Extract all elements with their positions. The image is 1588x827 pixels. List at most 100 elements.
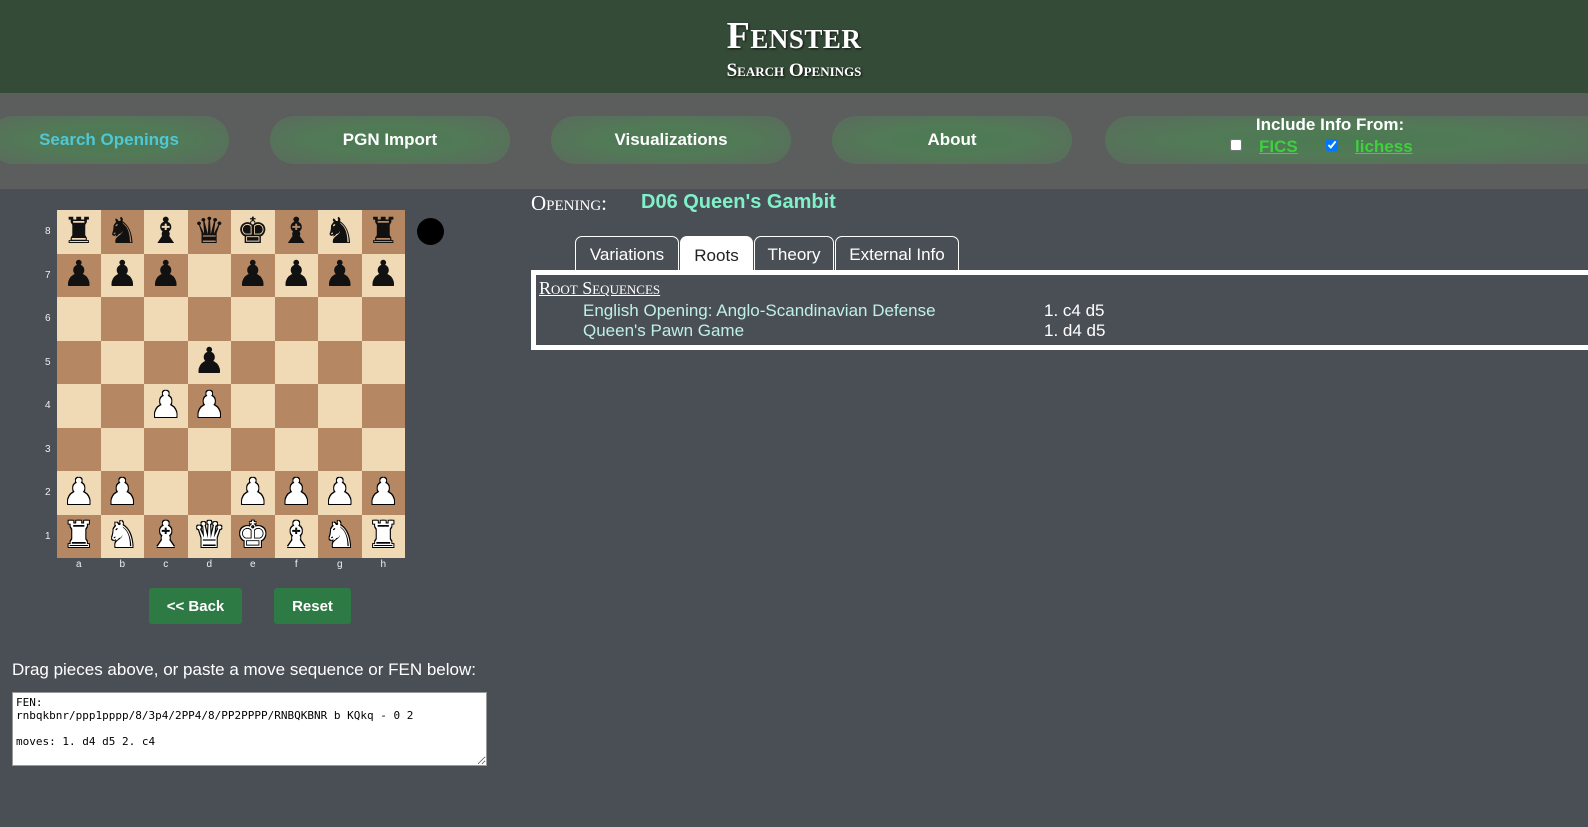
square-g5[interactable] [318, 340, 362, 384]
square-a7[interactable]: ♟ [57, 253, 101, 297]
white-pawn-icon[interactable]: ♟ [324, 474, 356, 511]
square-f2[interactable]: ♟ [274, 471, 318, 515]
tab-variations[interactable]: Variations [575, 236, 679, 272]
tab-roots[interactable]: Roots [680, 236, 753, 274]
white-rook-icon[interactable]: ♜ [63, 518, 95, 554]
fen-moves-input[interactable] [12, 692, 487, 766]
square-c5[interactable] [144, 340, 188, 384]
tab-theory[interactable]: Theory [754, 236, 834, 272]
root-sequence-name[interactable]: English Opening: Anglo-Scandinavian Defe… [583, 301, 936, 321]
square-b3[interactable] [100, 427, 144, 471]
nav-about[interactable]: About [832, 116, 1072, 164]
square-a1[interactable]: ♜ [57, 514, 101, 558]
square-e6[interactable] [231, 297, 275, 341]
black-pawn-icon[interactable]: ♟ [280, 257, 312, 293]
square-c3[interactable] [144, 427, 188, 471]
square-c4[interactable]: ♟ [144, 384, 188, 428]
square-b8[interactable]: ♞ [100, 210, 144, 254]
white-bishop-icon[interactable]: ♝ [150, 518, 182, 554]
square-d6[interactable] [187, 297, 231, 341]
square-b2[interactable]: ♟ [100, 471, 144, 515]
square-a5[interactable] [57, 340, 101, 384]
black-king-icon[interactable]: ♚ [237, 213, 269, 250]
black-bishop-icon[interactable]: ♝ [280, 213, 312, 250]
reset-button[interactable]: Reset [274, 588, 351, 624]
square-g3[interactable] [318, 427, 362, 471]
square-f3[interactable] [274, 427, 318, 471]
white-pawn-icon[interactable]: ♟ [367, 474, 399, 511]
square-e8[interactable]: ♚ [231, 210, 275, 254]
black-pawn-icon[interactable]: ♟ [106, 257, 138, 293]
square-g6[interactable] [318, 297, 362, 341]
square-f1[interactable]: ♝ [274, 514, 318, 558]
square-b1[interactable]: ♞ [100, 514, 144, 558]
black-rook-icon[interactable]: ♜ [63, 213, 95, 250]
square-g4[interactable] [318, 384, 362, 428]
square-b5[interactable] [100, 340, 144, 384]
square-b4[interactable] [100, 384, 144, 428]
root-sequence-name[interactable]: Queen's Pawn Game [583, 321, 744, 341]
square-d8[interactable]: ♛ [187, 210, 231, 254]
square-a6[interactable] [57, 297, 101, 341]
square-h6[interactable] [361, 297, 405, 341]
square-e7[interactable]: ♟ [231, 253, 275, 297]
square-b6[interactable] [100, 297, 144, 341]
square-e1[interactable]: ♚ [231, 514, 275, 558]
square-d5[interactable]: ♟ [187, 340, 231, 384]
back-button[interactable]: << Back [149, 588, 242, 624]
black-bishop-icon[interactable]: ♝ [150, 213, 182, 250]
black-knight-icon[interactable]: ♞ [324, 213, 356, 250]
white-knight-icon[interactable]: ♞ [324, 518, 356, 554]
tab-external-info[interactable]: External Info [835, 236, 959, 272]
lichess-checkbox[interactable] [1326, 139, 1338, 151]
white-knight-icon[interactable]: ♞ [106, 518, 138, 554]
white-pawn-icon[interactable]: ♟ [63, 474, 95, 511]
square-c7[interactable]: ♟ [144, 253, 188, 297]
white-bishop-icon[interactable]: ♝ [280, 518, 312, 554]
square-f4[interactable] [274, 384, 318, 428]
black-queen-icon[interactable]: ♛ [193, 213, 225, 250]
black-pawn-icon[interactable]: ♟ [63, 257, 95, 293]
square-e4[interactable] [231, 384, 275, 428]
square-f6[interactable] [274, 297, 318, 341]
square-c1[interactable]: ♝ [144, 514, 188, 558]
square-c6[interactable] [144, 297, 188, 341]
black-knight-icon[interactable]: ♞ [106, 213, 138, 250]
square-h4[interactable] [361, 384, 405, 428]
square-a2[interactable]: ♟ [57, 471, 101, 515]
chess-board[interactable]: ♜ ♞ ♝ ♛ ♚ ♝ ♞ ♜ ♟ ♟ ♟ ♟ ♟ ♟ ♟ ♟ ♟ ♟ ♟ ♟ ♟ ♟ ♟ ♟ ♜ ♞ ♝ ♛ ♚ ♝ ♞ ♜ [57, 210, 405, 558]
square-f8[interactable]: ♝ [274, 210, 318, 254]
white-pawn-icon[interactable]: ♟ [106, 474, 138, 511]
square-d3[interactable] [187, 427, 231, 471]
white-pawn-icon[interactable]: ♟ [280, 474, 312, 511]
square-g2[interactable]: ♟ [318, 471, 362, 515]
square-h5[interactable] [361, 340, 405, 384]
square-f7[interactable]: ♟ [274, 253, 318, 297]
black-pawn-icon[interactable]: ♟ [150, 257, 182, 293]
square-e3[interactable] [231, 427, 275, 471]
lichess-link[interactable]: lichess [1355, 137, 1413, 157]
nav-visualizations[interactable]: Visualizations [551, 116, 791, 164]
square-g7[interactable]: ♟ [318, 253, 362, 297]
square-d7[interactable] [187, 253, 231, 297]
square-f5[interactable] [274, 340, 318, 384]
white-pawn-icon[interactable]: ♟ [237, 474, 269, 511]
square-d2[interactable] [187, 471, 231, 515]
fics-link[interactable]: FICS [1259, 137, 1298, 157]
square-h3[interactable] [361, 427, 405, 471]
square-a4[interactable] [57, 384, 101, 428]
square-h1[interactable]: ♜ [361, 514, 405, 558]
black-pawn-icon[interactable]: ♟ [193, 344, 225, 380]
white-pawn-icon[interactable]: ♟ [193, 387, 225, 424]
square-a3[interactable] [57, 427, 101, 471]
square-a8[interactable]: ♜ [57, 210, 101, 254]
square-h8[interactable]: ♜ [361, 210, 405, 254]
black-pawn-icon[interactable]: ♟ [237, 257, 269, 293]
nav-pgn-import[interactable]: PGN Import [270, 116, 510, 164]
square-c8[interactable]: ♝ [144, 210, 188, 254]
nav-search-openings[interactable]: Search Openings [0, 116, 229, 164]
white-queen-icon[interactable]: ♛ [193, 518, 225, 554]
square-g8[interactable]: ♞ [318, 210, 362, 254]
square-e5[interactable] [231, 340, 275, 384]
white-rook-icon[interactable]: ♜ [367, 518, 399, 554]
